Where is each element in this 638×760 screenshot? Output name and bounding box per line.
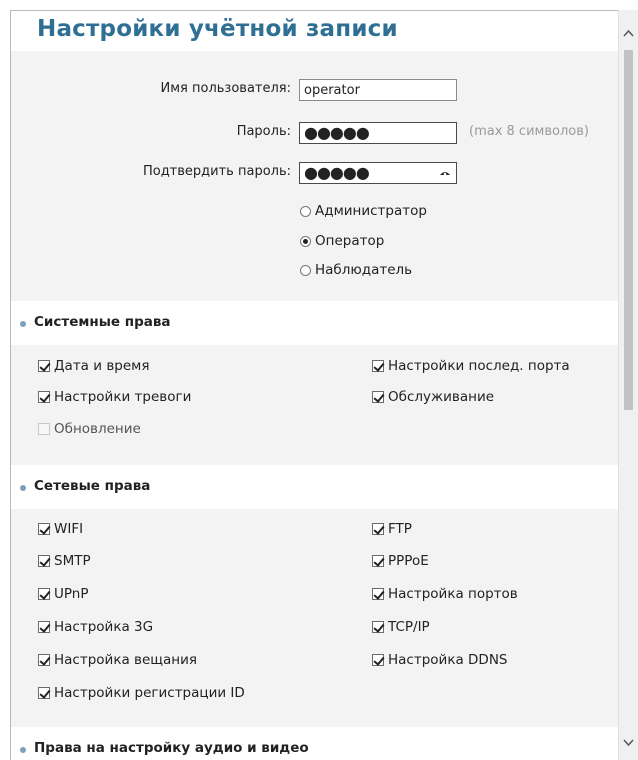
username-value: operator <box>304 83 360 98</box>
account-panel: Имя пользователя: operator Пароль: ●●●●●… <box>11 51 619 301</box>
password-input[interactable]: ●●●●● <box>299 122 457 144</box>
checkbox-label: Настройка портов <box>388 586 518 602</box>
checkbox-box <box>372 555 384 567</box>
av-rights-header: Права на настройку аудио и видео <box>11 727 619 760</box>
radio-circle <box>300 205 311 217</box>
checkbox-ddns[interactable]: Настройка DDNS <box>372 652 508 668</box>
network-rights-heading: Сетевые права <box>34 478 151 494</box>
chevron-down-icon[interactable] <box>623 737 634 748</box>
bullet-icon <box>20 747 26 753</box>
checkbox-label: Настройка DDNS <box>388 652 508 668</box>
role-label-admin: Администратор <box>315 203 427 219</box>
checkbox-label: Дата и время <box>54 358 150 374</box>
checkbox-label: Настройка 3G <box>54 619 154 635</box>
chevron-up-icon[interactable] <box>623 28 634 39</box>
bullet-icon <box>20 321 26 327</box>
checkbox-box <box>372 621 384 633</box>
radio-circle-selected <box>300 235 311 247</box>
role-radio-viewer[interactable]: Наблюдатель <box>300 262 412 278</box>
confirm-password-input[interactable]: ●●●●● <box>299 162 457 184</box>
checkbox-box <box>372 523 384 535</box>
checkbox-box-disabled <box>38 423 50 435</box>
checkbox-box <box>38 555 50 567</box>
checkbox-id-registration[interactable]: Настройки регистрации ID <box>38 685 245 701</box>
checkbox-smtp[interactable]: SMTP <box>38 553 91 569</box>
checkbox-label: Настройки послед. порта <box>388 358 570 374</box>
checkbox-upnp[interactable]: UPnP <box>38 586 88 602</box>
checkbox-wifi[interactable]: WIFI <box>38 521 83 537</box>
username-label: Имя пользователя: <box>160 81 291 96</box>
checkbox-serial-port[interactable]: Настройки послед. порта <box>372 358 570 374</box>
system-rights-heading: Системные права <box>34 314 171 330</box>
network-rights-body: WIFI FTP SMTP PPPoE UPnP Настройка порто… <box>11 509 619 727</box>
confirm-password-mask: ●●●●● <box>304 163 370 182</box>
settings-frame: Настройки учётной записи Имя пользовател… <box>10 10 628 760</box>
av-rights-heading: Права на настройку аудио и видео <box>34 740 309 756</box>
eye-icon[interactable] <box>440 170 450 176</box>
checkbox-label: Настройка вещания <box>54 652 198 668</box>
checkbox-box <box>38 360 50 372</box>
system-rights-body: Дата и время Настройки послед. порта Нас… <box>11 345 619 465</box>
bullet-icon <box>20 485 26 491</box>
checkbox-box <box>38 654 50 666</box>
role-radio-operator[interactable]: Оператор <box>300 233 384 249</box>
checkbox-label: Настройки тревоги <box>54 389 192 405</box>
checkbox-box <box>372 654 384 666</box>
checkbox-box <box>38 687 50 699</box>
settings-content: Настройки учётной записи Имя пользовател… <box>11 11 619 760</box>
checkbox-update: Обновление <box>38 421 141 437</box>
checkbox-box <box>38 621 50 633</box>
system-rights-header: Системные права <box>11 301 619 345</box>
checkbox-alarm[interactable]: Настройки тревоги <box>38 389 191 405</box>
checkbox-label: WIFI <box>54 521 84 537</box>
checkbox-port-settings[interactable]: Настройка портов <box>372 586 518 602</box>
checkbox-label: UPnP <box>54 586 89 602</box>
checkbox-label: FTP <box>388 521 412 537</box>
checkbox-label: Обслуживание <box>388 389 495 405</box>
checkbox-date-time[interactable]: Дата и время <box>38 358 149 374</box>
checkbox-broadcast[interactable]: Настройка вещания <box>38 652 197 668</box>
role-radio-admin[interactable]: Администратор <box>300 203 427 219</box>
checkbox-tcpip[interactable]: TCP/IP <box>372 619 430 635</box>
checkbox-box <box>38 391 50 403</box>
radio-circle <box>300 264 311 276</box>
checkbox-label: Настройки регистрации ID <box>54 685 245 701</box>
page-title: Настройки учётной записи <box>37 16 398 42</box>
checkbox-maintenance[interactable]: Обслуживание <box>372 389 494 405</box>
password-mask: ●●●●● <box>304 123 370 142</box>
checkbox-label: Обновление <box>54 421 141 437</box>
checkbox-box <box>372 360 384 372</box>
checkbox-label: TCP/IP <box>388 619 430 635</box>
checkbox-pppoe[interactable]: PPPoE <box>372 553 429 569</box>
username-input[interactable]: operator <box>299 79 457 101</box>
password-hint: (max 8 символов) <box>469 124 589 139</box>
network-rights-header: Сетевые права <box>11 465 619 509</box>
role-label-viewer: Наблюдатель <box>315 262 413 278</box>
checkbox-box <box>372 391 384 403</box>
scrollbar-thumb[interactable] <box>624 50 633 410</box>
checkbox-box <box>372 588 384 600</box>
password-label: Пароль: <box>236 124 291 139</box>
confirm-password-label: Подтвердить пароль: <box>142 164 291 179</box>
checkbox-label: SMTP <box>54 553 91 569</box>
vertical-scrollbar[interactable] <box>618 10 638 760</box>
checkbox-box <box>38 523 50 535</box>
checkbox-ftp[interactable]: FTP <box>372 521 412 537</box>
checkbox-3g[interactable]: Настройка 3G <box>38 619 153 635</box>
checkbox-box <box>38 588 50 600</box>
role-label-operator: Оператор <box>315 233 385 249</box>
checkbox-label: PPPoE <box>388 553 429 569</box>
